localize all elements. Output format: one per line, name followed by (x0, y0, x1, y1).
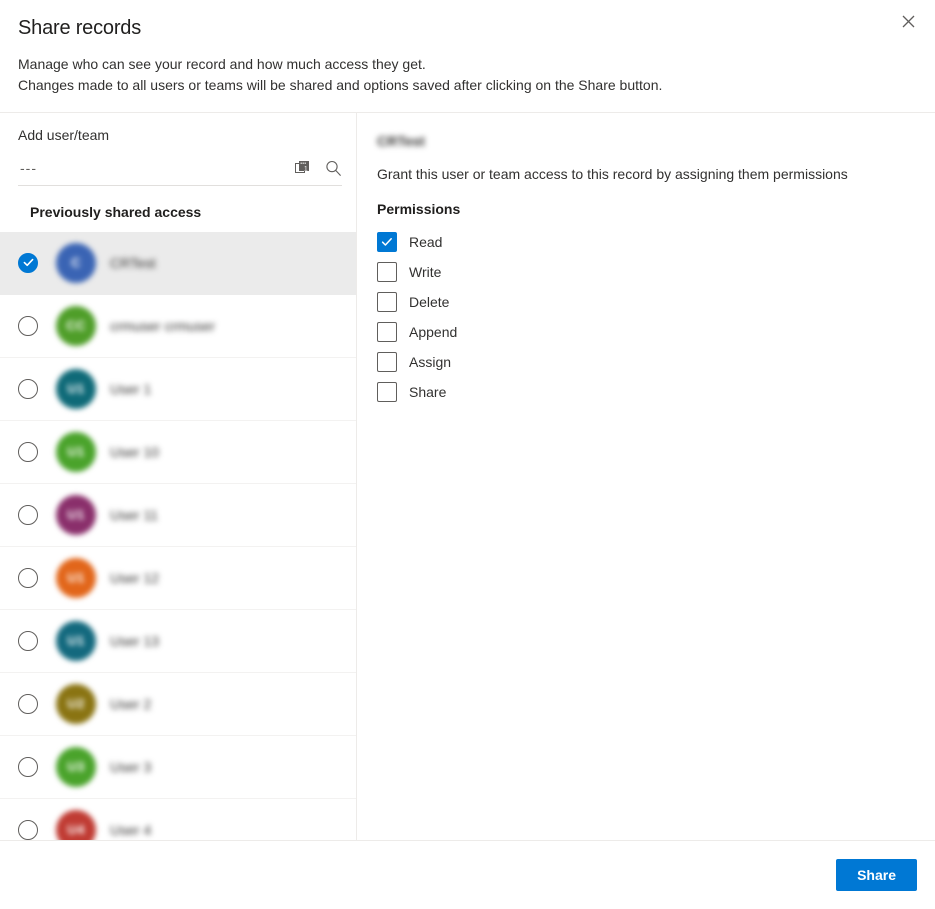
avatar: U1 (56, 557, 96, 598)
user-list-item-label: User 3 (110, 758, 152, 775)
page-title: Share records (18, 17, 142, 39)
dialog-body: Add user/team 1 (0, 112, 935, 840)
previously-shared-access-heading: Previously shared access (30, 203, 202, 220)
user-list-item[interactable]: CC crmuser crmuser (0, 295, 356, 358)
avatar: U2 (56, 683, 96, 724)
user-list-item[interactable]: U1 User 12 (0, 547, 356, 610)
checkbox-checked-icon[interactable] (377, 232, 397, 252)
subtitle-line-1: Manage who can see your record and how m… (18, 56, 426, 72)
permissions-heading: Permissions (377, 201, 461, 217)
checkbox-unchecked-icon[interactable] (377, 292, 397, 312)
user-list-item[interactable]: U1 User 10 (0, 421, 356, 484)
radio-checked-icon[interactable] (18, 252, 38, 273)
permission-item-delete[interactable]: Delete (377, 287, 915, 317)
radio-unchecked-icon[interactable] (18, 378, 38, 399)
share-records-dialog: Share records Manage who can see your re… (0, 0, 935, 909)
search-actions: 1 (295, 160, 342, 180)
permission-label: Assign (409, 354, 452, 370)
radio-unchecked-icon[interactable] (18, 441, 38, 462)
user-list[interactable]: C CRTest CC crmuser crmuser U1 User 1 U1 User 1… (0, 231, 356, 840)
permission-item-write[interactable]: Write (377, 257, 915, 287)
avatar: U1 (56, 431, 96, 472)
dialog-subtitle: Manage who can see your record and how m… (0, 42, 935, 96)
avatar: U1 (56, 620, 96, 661)
avatar: U3 (56, 746, 96, 787)
radio-unchecked-icon[interactable] (18, 630, 38, 651)
permissions-pane: CRTest Grant this user or team access to… (357, 113, 935, 840)
user-list-item-label: User 2 (110, 695, 152, 712)
user-list-item[interactable]: C CRTest (0, 231, 356, 295)
permission-item-assign[interactable]: Assign (377, 347, 915, 377)
user-list-item[interactable]: U3 User 3 (0, 736, 356, 799)
svg-text:1: 1 (304, 166, 308, 173)
permissions-description: Grant this user or team access to this r… (377, 166, 848, 182)
user-list-item-label: CRTest (110, 254, 156, 271)
search-input[interactable] (18, 159, 295, 181)
avatar: C (56, 242, 96, 283)
search-row: 1 (18, 155, 342, 186)
radio-unchecked-icon[interactable] (18, 567, 38, 588)
share-button[interactable]: Share (836, 859, 917, 891)
checkbox-unchecked-icon[interactable] (377, 352, 397, 372)
add-user-team-label: Add user/team (18, 127, 110, 143)
close-icon (902, 15, 915, 31)
user-list-item[interactable]: U2 User 2 (0, 673, 356, 736)
permission-label: Delete (409, 294, 450, 310)
permission-label: Read (409, 234, 443, 250)
avatar: U4 (56, 809, 96, 840)
checkbox-unchecked-icon[interactable] (377, 262, 397, 282)
add-user-team-pane: Add user/team 1 (0, 113, 357, 840)
user-list-item-label: User 4 (110, 821, 152, 838)
user-list-item-label: User 12 (110, 569, 160, 586)
subtitle-line-2: Changes made to all users or teams will … (18, 77, 663, 93)
permission-item-share[interactable]: Share (377, 377, 915, 407)
permission-label: Write (409, 264, 442, 280)
radio-unchecked-icon[interactable] (18, 504, 38, 525)
radio-unchecked-icon[interactable] (18, 693, 38, 714)
user-list-item-label: crmuser crmuser (110, 317, 216, 334)
checkbox-unchecked-icon[interactable] (377, 382, 397, 402)
permissions-list: Read Write Delete Append Assign Share (377, 227, 915, 407)
avatar: CC (56, 305, 96, 346)
user-list-item-label: User 1 (110, 380, 152, 397)
record-lookup-button[interactable]: 1 (295, 160, 311, 176)
user-list-item[interactable]: U1 User 1 (0, 358, 356, 421)
dialog-footer: Share (0, 840, 935, 909)
radio-unchecked-icon[interactable] (18, 819, 38, 840)
user-list-item-label: User 10 (110, 443, 160, 460)
radio-unchecked-icon[interactable] (18, 756, 38, 777)
permission-item-append[interactable]: Append (377, 317, 915, 347)
dialog-header: Share records (0, 0, 935, 42)
user-list-item-label: User 13 (110, 632, 160, 649)
search-button[interactable] (325, 160, 342, 177)
selected-user-name: CRTest (377, 133, 425, 149)
checkbox-unchecked-icon[interactable] (377, 322, 397, 342)
user-list-item[interactable]: U1 User 11 (0, 484, 356, 547)
permission-item-read[interactable]: Read (377, 227, 915, 257)
search-icon (325, 160, 342, 177)
user-list-item[interactable]: U4 User 4 (0, 799, 356, 840)
record-lookup-icon: 1 (295, 160, 311, 176)
permission-label: Share (409, 384, 447, 400)
close-button[interactable] (891, 6, 925, 40)
permission-label: Append (409, 324, 458, 340)
avatar: U1 (56, 494, 96, 535)
user-list-item-label: User 11 (110, 506, 158, 523)
avatar: U1 (56, 368, 96, 409)
radio-unchecked-icon[interactable] (18, 315, 38, 336)
user-list-item[interactable]: U1 User 13 (0, 610, 356, 673)
